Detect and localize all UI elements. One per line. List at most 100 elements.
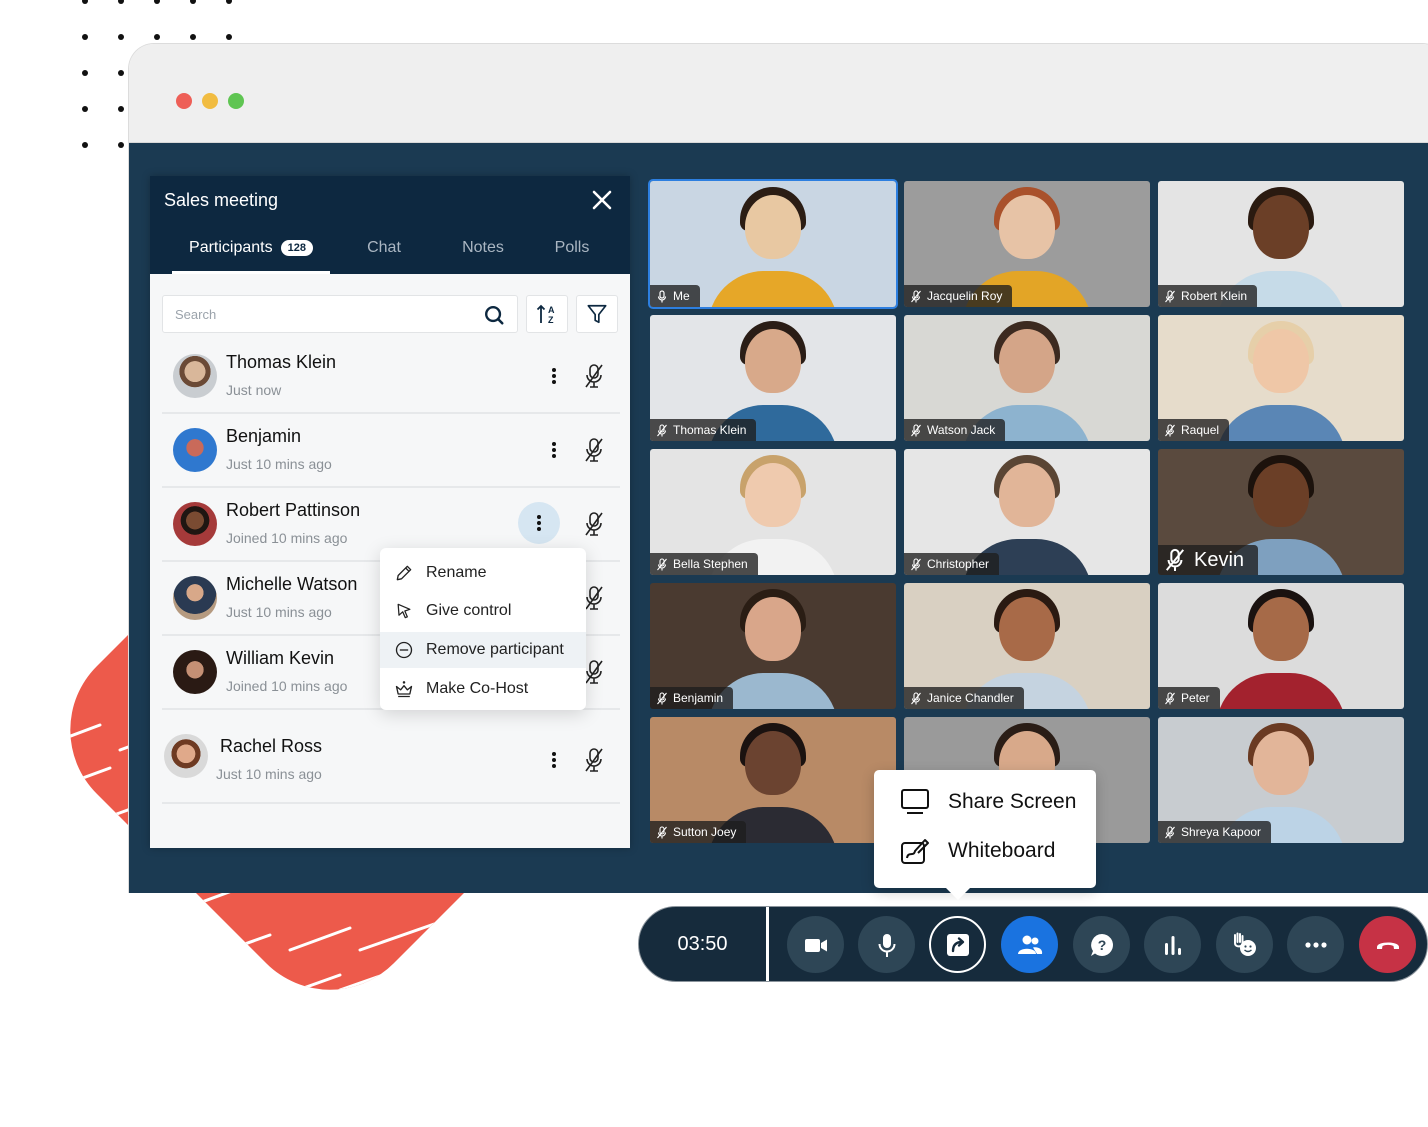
participant-video-figure [745, 195, 801, 259]
crown-icon [395, 681, 413, 698]
mic-muted-icon [910, 289, 927, 303]
microphone-button[interactable] [858, 916, 915, 973]
window-close-button[interactable] [176, 93, 192, 109]
menu-item-label: Rename [426, 564, 487, 581]
mic-muted-icon[interactable] [582, 510, 606, 538]
hang-up-icon [1376, 942, 1399, 949]
menu-item-rename[interactable]: Rename [380, 554, 586, 592]
mic-muted-icon[interactable] [582, 362, 606, 390]
participants-button[interactable] [1001, 916, 1058, 973]
video-participant-name: Robert Klein [1181, 289, 1248, 303]
video-tile[interactable]: Shreya Kapoor [1158, 717, 1404, 843]
menu-item-make-co-host[interactable]: Make Co-Host [380, 670, 586, 708]
tab-chat[interactable]: Chat [344, 222, 424, 274]
avatar [173, 650, 217, 694]
avatar [173, 576, 217, 620]
mic-muted-icon [1164, 423, 1181, 437]
search-input[interactable] [175, 296, 465, 332]
qa-button[interactable]: ? [1073, 916, 1130, 973]
avatar [164, 734, 208, 778]
window-maximize-button[interactable] [228, 93, 244, 109]
filter-button[interactable] [576, 295, 618, 333]
video-tile[interactable]: Sutton Joey [650, 717, 896, 843]
video-tile[interactable]: Christopher [904, 449, 1150, 575]
close-icon[interactable] [590, 188, 614, 212]
menu-item-give-control[interactable]: Give control [380, 592, 586, 630]
panel-header: Sales meeting Participants 128 Chat Note… [150, 176, 630, 274]
video-participant-name: Thomas Klein [673, 423, 747, 437]
camera-button[interactable] [787, 916, 844, 973]
mic-muted-icon[interactable] [582, 436, 606, 464]
avatar [173, 502, 217, 546]
video-participant-name: Kevin [1194, 548, 1245, 571]
menu-item-label: Give control [426, 602, 512, 619]
share-options-popup: Share Screen Whiteboard [874, 770, 1096, 900]
participant-video-figure [1253, 195, 1309, 259]
control-divider [766, 907, 769, 981]
video-tile[interactable]: Janice Chandler [904, 583, 1150, 709]
video-grid: Me Jacquelin Roy Robert Klein Thomas Klein W… [648, 179, 1406, 843]
tab-participants[interactable]: Participants 128 [172, 222, 330, 274]
microphone-icon [878, 933, 895, 957]
participant-name: Rachel Ross [220, 736, 323, 756]
window-minimize-button[interactable] [202, 93, 218, 109]
whiteboard-option[interactable]: Whiteboard [900, 837, 1055, 865]
video-tile[interactable]: Kevin [1158, 449, 1404, 575]
video-tile[interactable]: Bella Stephen [650, 449, 896, 575]
video-tile[interactable]: Jacquelin Roy [904, 181, 1150, 307]
window-titlebar [129, 44, 1428, 143]
video-tile[interactable]: Peter [1158, 583, 1404, 709]
more-options-button[interactable] [518, 502, 560, 544]
more-vertical-icon [552, 442, 556, 458]
video-name-tag: Jacquelin Roy [904, 285, 1013, 307]
minus-circle-icon [395, 641, 413, 659]
question-bubble-icon: ? [1090, 933, 1113, 956]
participant-name: William Kevin [226, 648, 335, 668]
more-button[interactable] [1287, 916, 1344, 973]
video-tile[interactable]: Watson Jack [904, 315, 1150, 441]
video-participant-name: Raquel [1181, 423, 1220, 437]
video-tile[interactable]: Benjamin [650, 583, 896, 709]
video-name-tag: Shreya Kapoor [1158, 821, 1272, 843]
mic-icon [656, 289, 673, 303]
search-icon[interactable] [483, 304, 505, 326]
participant-row: Benjamin Just 10 mins ago [162, 414, 620, 488]
menu-item-label: Make Co-Host [426, 680, 529, 697]
participant-video-figure [999, 329, 1055, 393]
video-participant-name: Shreya Kapoor [1181, 825, 1262, 839]
mic-muted-icon[interactable] [582, 746, 606, 774]
video-tile[interactable]: Robert Klein [1158, 181, 1404, 307]
tab-polls[interactable]: Polls [532, 222, 612, 274]
participant-row: Thomas Klein Just now [162, 340, 620, 414]
more-options-button[interactable] [540, 436, 568, 464]
cursor-icon [397, 603, 411, 619]
participant-video-figure [745, 597, 801, 661]
participant-video-figure [999, 195, 1055, 259]
more-options-button[interactable] [540, 746, 568, 774]
video-name-tag: Sutton Joey [650, 821, 747, 843]
share-screen-button[interactable] [929, 916, 986, 973]
more-horizontal-icon [1304, 941, 1327, 948]
participant-context-menu: Rename Give control Remove participant M… [380, 548, 586, 710]
video-tile[interactable]: Thomas Klein [650, 315, 896, 441]
video-tile[interactable]: Raquel [1158, 315, 1404, 441]
sort-button[interactable]: AZ [526, 295, 568, 333]
tab-notes[interactable]: Notes [438, 222, 528, 274]
reactions-button[interactable] [1216, 916, 1273, 973]
participant-video-figure [1253, 731, 1309, 795]
menu-item-label: Remove participant [426, 641, 564, 658]
video-participant-name: Jacquelin Roy [927, 289, 1003, 303]
share-screen-option[interactable]: Share Screen [900, 788, 1076, 816]
participant-status: Just now [226, 382, 282, 398]
mic-muted-icon [910, 691, 927, 705]
more-options-button[interactable] [540, 362, 568, 390]
mic-muted-icon [656, 691, 673, 705]
end-call-button[interactable] [1359, 916, 1416, 973]
participant-video-figure [999, 463, 1055, 527]
polls-button[interactable] [1144, 916, 1201, 973]
video-tile[interactable]: Me [648, 179, 898, 309]
video-name-tag: Me [650, 285, 700, 307]
menu-item-remove-participant[interactable]: Remove participant [380, 632, 586, 668]
mic-muted-icon [656, 557, 673, 571]
video-name-tag: Janice Chandler [904, 687, 1024, 709]
